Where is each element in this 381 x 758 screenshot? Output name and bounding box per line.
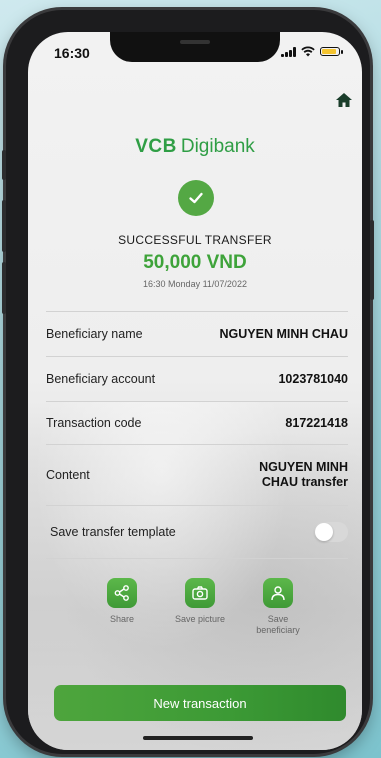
volume-up-button	[2, 200, 6, 252]
save-template-row: Save transfer template	[46, 506, 348, 558]
detail-row-beneficiary-account: Beneficiary account 1023781040	[46, 357, 348, 401]
save-picture-label: Save picture	[174, 614, 226, 624]
detail-value: 1023781040	[278, 372, 348, 386]
toggle-knob	[315, 523, 333, 541]
success-title: SUCCESSFUL TRANSFER	[118, 233, 272, 247]
camera-icon	[185, 578, 215, 608]
power-button	[370, 220, 374, 300]
transfer-details: Beneficiary name NGUYEN MINH CHAU Benefi…	[46, 311, 348, 559]
new-transaction-button[interactable]: New transaction	[54, 685, 346, 721]
brand-part1: VCB	[135, 136, 177, 157]
save-template-label: Save transfer template	[50, 525, 176, 539]
battery-icon	[320, 47, 343, 56]
detail-value: 817221418	[285, 416, 348, 430]
detail-value: NGUYEN MINH CHAU	[219, 327, 348, 341]
detail-row-beneficiary-name: Beneficiary name NGUYEN MINH CHAU	[46, 312, 348, 356]
side-button	[2, 150, 6, 180]
volume-down-button	[2, 262, 6, 314]
detail-row-transaction-code: Transaction code 817221418	[46, 402, 348, 444]
save-beneficiary-label: Save beneficiary	[238, 614, 318, 636]
detail-value-line1: NGUYEN MINH	[259, 460, 348, 474]
signal-icon	[281, 46, 296, 57]
status-icons	[281, 46, 343, 57]
detail-value-line2: CHAU transfer	[261, 475, 348, 489]
detail-label: Content	[46, 468, 90, 482]
divider	[46, 558, 348, 559]
detail-label: Beneficiary name	[46, 327, 143, 341]
brand-logo: VCB Digibank	[28, 136, 362, 158]
save-beneficiary-line2: beneficiary	[256, 625, 300, 635]
detail-row-content: Content NGUYEN MINH CHAU transfer	[46, 445, 348, 505]
home-icon[interactable]	[334, 90, 354, 110]
detail-value: NGUYEN MINH CHAU transfer	[259, 460, 348, 490]
wifi-icon	[301, 46, 315, 57]
save-beneficiary-line1: Save	[267, 614, 289, 624]
phone-frame: 16:30 VCB Digibank SUCCESSFUL TRANSFER 50…	[2, 10, 374, 754]
status-time: 16:30	[54, 45, 90, 61]
save-beneficiary-button[interactable]: Save beneficiary	[238, 578, 318, 636]
share-icon	[107, 578, 137, 608]
success-check-icon	[178, 180, 214, 216]
notch	[110, 32, 280, 62]
save-template-toggle[interactable]	[314, 522, 348, 542]
save-picture-button[interactable]: Save picture	[160, 578, 240, 625]
transfer-amount: 50,000 VND	[143, 252, 247, 273]
home-indicator	[143, 736, 253, 740]
share-button[interactable]: Share	[82, 578, 162, 625]
share-label: Share	[109, 614, 135, 624]
app-screen: 16:30 VCB Digibank SUCCESSFUL TRANSFER 50…	[28, 32, 362, 750]
detail-label: Beneficiary account	[46, 372, 156, 386]
user-icon	[263, 578, 293, 608]
brand-part2: Digibank	[180, 136, 255, 157]
transfer-timestamp: 16:30 Monday 11/07/2022	[143, 279, 247, 289]
detail-label: Transaction code	[46, 416, 142, 430]
